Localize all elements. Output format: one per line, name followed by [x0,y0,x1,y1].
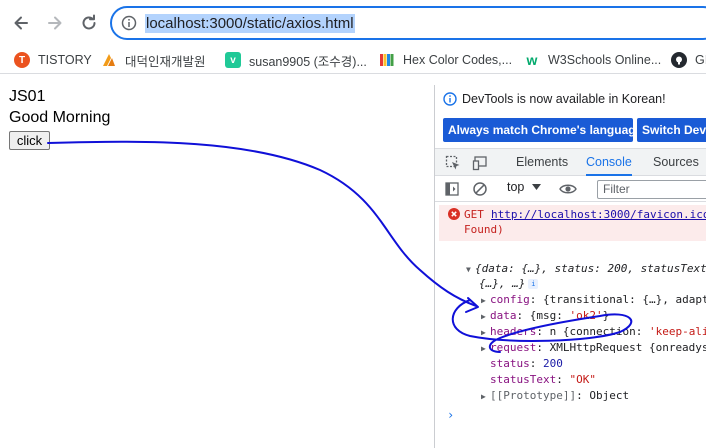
prop-string: 'ok2' [569,309,603,322]
click-button[interactable]: click [9,131,50,150]
browser-toolbar: localhost:3000/static/axios.html [0,0,706,46]
bookmark-label: Hex Color Codes,... [403,53,513,67]
page-viewport: JS01 Good Morning click [0,85,434,448]
bookmark-velog[interactable]: v susan9905 (조수경)... [225,51,367,69]
tab-sources[interactable]: Sources [653,149,699,176]
always-match-language-button[interactable]: Always match Chrome's language [443,118,633,142]
prop-value: XMLHttpRequest {onreadystatechange [549,341,706,354]
velog-icon: v [225,52,241,68]
bookmark-hex-color[interactable]: Hex Color Codes,... [379,51,512,69]
prop-value-end: } [602,309,610,322]
bookmark-tistory[interactable]: T TISTORY [14,51,92,69]
w3schools-icon: w [526,52,538,68]
log-prop-request[interactable]: ▶request: XMLHttpRequest {onreadystatech… [481,341,706,354]
prop-value: n {connection: [549,325,649,338]
dropdown-triangle-icon [532,184,542,190]
log-summary-line[interactable]: ▼ {data: {…}, status: 200, statusText: 'O… [466,262,706,275]
reload-icon [82,14,96,30]
bookmark-label: GI [695,53,706,67]
collapsed-triangle-icon: ▶ [481,296,486,305]
prop-key: statusText [490,373,557,386]
back-arrow-icon [14,16,28,30]
log-prop-prototype[interactable]: ▶ [[Prototype]]: Object [481,389,629,402]
info-icon [443,92,457,106]
context-label: top [507,180,525,194]
collapsed-triangle-icon: ▶ [481,312,486,321]
prop-number: 200 [543,357,563,370]
forward-button[interactable] [42,10,68,36]
prop-value: {msg: [529,309,570,322]
reload-button[interactable] [76,10,102,36]
page-text-greeting: Good Morning [9,109,111,126]
address-bar[interactable]: localhost:3000/static/axios.html [110,6,706,40]
tistory-icon: T [14,52,30,68]
notice-text: DevTools is now available in Korean! [462,92,666,106]
prop-key: headers [490,325,537,338]
bookmark-daedeok[interactable]: 대덕인재개발원 [101,51,206,69]
prop-key: data [490,309,517,322]
back-button[interactable] [8,10,34,36]
daedeok-icon [101,52,117,68]
switch-devtools-korean-button[interactable]: Switch DevTools to Korean [637,118,706,142]
device-toolbar-icon[interactable] [472,155,488,171]
tab-console[interactable]: Console [586,149,632,176]
console-prompt-icon[interactable]: › [447,408,454,422]
live-expression-eye-icon[interactable] [559,181,577,197]
log-prop-config[interactable]: ▶config: {transitional: {…}, adapter: Ar… [481,293,706,306]
bookmarks-bar: T TISTORY 대덕인재개발원 v susan9905 (조수경)... H… [0,46,706,74]
context-selector[interactable]: top [507,180,542,194]
bookmark-w3schools[interactable]: w W3Schools Online... [524,51,662,69]
collapsed-triangle-icon: ▶ [481,328,486,337]
devtools-tab-bar: Elements Console Sources [435,148,706,176]
forward-arrow-icon [48,16,62,30]
bookmark-label: susan9905 (조수경)... [249,54,367,69]
log-summary-line-2: {…}, …} i [479,277,539,290]
bookmark-label: 대덕인재개발원 [125,54,206,69]
console-toolbar: top Filter [435,176,706,202]
language-notice: DevTools is now available in Korean! [443,92,666,106]
log-prop-statustext: statusText: "OK" [490,373,596,386]
site-info-icon[interactable] [121,15,137,31]
inspect-element-icon[interactable] [445,155,461,171]
collapsed-triangle-icon: ▶ [481,392,486,401]
prop-key: [[Prototype]] [490,389,577,402]
console-filter-input[interactable]: Filter [597,180,706,199]
github-icon [671,52,687,68]
sidebar-toggle-icon[interactable] [444,181,460,197]
error-status: Found) [464,223,504,236]
clear-console-icon[interactable] [472,181,488,197]
error-icon [448,208,460,220]
error-url-link[interactable]: http://localhost:3000/favicon.ico [491,208,706,221]
bookmark-label: W3Schools Online... [548,53,662,67]
prop-key: config [490,293,530,306]
info-badge-icon[interactable]: i [528,279,539,289]
prop-string: "OK" [569,373,596,386]
prop-value: {transitional: {…}, adapter: Array(2) [543,293,706,306]
log-prop-status: status: 200 [490,357,563,370]
collapsed-triangle-icon: ▶ [481,344,486,353]
log-prop-headers[interactable]: ▶headers: n {connection: 'keep-alive' [481,325,706,338]
page-text-js01: JS01 [9,88,46,105]
console-error-row: GET http://localhost:3000/favicon.ico Fo… [439,205,706,241]
hex-color-icon [379,52,395,68]
devtools-panel: DevTools is now available in Korean! Alw… [434,85,706,448]
prop-key: status [490,357,530,370]
error-method: GET [464,208,484,221]
log-prop-data[interactable]: ▶ data: {msg: 'ok2'} [481,309,609,322]
log-summary-text: {data: {…}, status: 200, statusText: 'OK… [475,262,706,275]
tab-elements[interactable]: Elements [516,149,568,176]
prop-string: 'keep-alive' [648,325,706,338]
bookmark-github[interactable]: GI [671,51,706,69]
prop-key: request [490,341,537,354]
url-text[interactable]: localhost:3000/static/axios.html [145,14,355,33]
prop-value: Object [589,389,630,402]
log-summary-text-2: {…}, …} [479,277,526,290]
bookmark-label: TISTORY [38,53,92,67]
expand-triangle-icon: ▼ [466,265,471,274]
